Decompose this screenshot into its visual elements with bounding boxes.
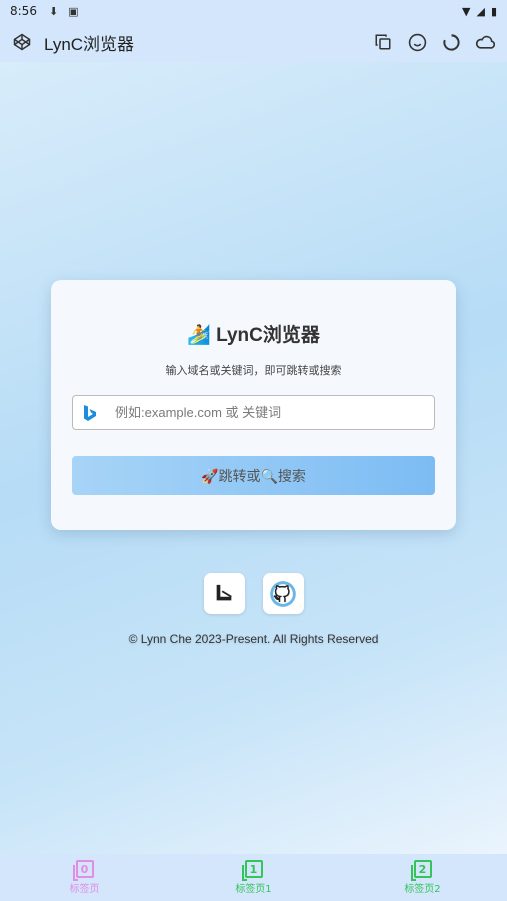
copy-icon[interactable] xyxy=(373,32,393,52)
codepen-icon[interactable] xyxy=(12,32,32,52)
status-time: 8:56 xyxy=(10,4,37,18)
search-input[interactable] xyxy=(115,405,395,420)
lynn-logo-button[interactable] xyxy=(203,573,245,614)
tab-0-icon: 0 xyxy=(72,860,94,881)
github-button[interactable] xyxy=(262,573,304,614)
tab-0-label: 标签页 xyxy=(69,884,100,895)
tab-2[interactable]: 2 标签页2 xyxy=(373,860,473,895)
app-title: LynC浏览器 xyxy=(44,34,135,54)
download-icon: ⬇ xyxy=(48,4,59,18)
tab-2-icon: 2 xyxy=(410,860,432,881)
tab-1-label: 标签页1 xyxy=(235,884,272,895)
battery-icon: ▮ xyxy=(490,4,497,18)
copyright-text: © Lynn Che 2023-Present. All Rights Rese… xyxy=(128,632,379,646)
status-indicators: ▼ ◢ ▮ xyxy=(462,5,497,18)
github-icon xyxy=(270,580,296,607)
app-bar: LynC浏览器 xyxy=(0,22,507,62)
tab-1[interactable]: 1 标签页1 xyxy=(204,860,304,895)
main-content: 🏄 LynC浏览器 输入域名或关键词，即可跳转或搜索 🚀跳转或🔍搜索 © Lyn… xyxy=(0,62,507,854)
go-search-button[interactable]: 🚀跳转或🔍搜索 xyxy=(72,456,435,495)
tab-bar: 0 标签页 1 标签页1 2 标签页2 xyxy=(0,854,507,901)
bing-icon xyxy=(83,404,99,422)
notification-icon: ▣ xyxy=(68,4,79,18)
tab-0[interactable]: 0 标签页 xyxy=(35,860,135,895)
wifi-icon: ▼ xyxy=(462,4,471,18)
search-card: 🏄 LynC浏览器 输入域名或关键词，即可跳转或搜索 🚀跳转或🔍搜索 xyxy=(51,280,456,530)
cloud-icon[interactable] xyxy=(475,32,495,52)
card-subtitle: 输入域名或关键词，即可跳转或搜索 xyxy=(165,364,342,377)
external-links xyxy=(0,573,507,614)
surfer-emoji: 🏄 xyxy=(187,325,211,346)
signal-icon: ◢ xyxy=(476,4,485,18)
status-bar: 8:56 ⬇ ▣ ▼ ◢ ▮ xyxy=(0,0,507,22)
card-title-text: LynC浏览器 xyxy=(216,325,320,346)
tab-1-icon: 1 xyxy=(241,860,263,881)
refresh-icon[interactable] xyxy=(441,32,461,52)
search-box[interactable] xyxy=(72,395,435,430)
card-title: 🏄 LynC浏览器 xyxy=(51,320,456,347)
smiley-icon[interactable] xyxy=(407,32,427,52)
tab-2-label: 标签页2 xyxy=(404,884,441,895)
